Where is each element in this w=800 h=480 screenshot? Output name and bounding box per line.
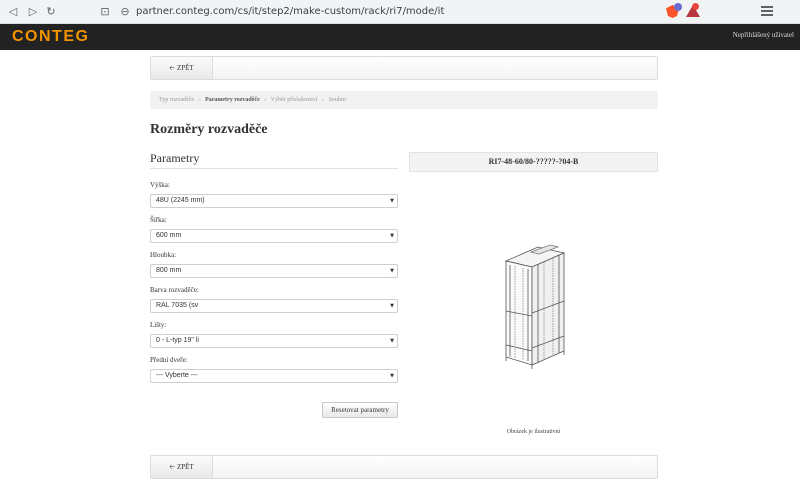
chevron-down-icon: ▼ [390, 373, 394, 379]
forward-icon[interactable]: ▷ [26, 5, 40, 19]
top-nav-bar: 🡠 ZPĚT [150, 56, 658, 80]
back-button-label: ZPĚT [176, 64, 194, 72]
lock-icon: ⊖ [120, 5, 130, 18]
chevron-down-icon: ▼ [390, 233, 394, 239]
reload-icon[interactable]: ↻ [44, 5, 58, 19]
site-header: CONTEG Nepřihlášený uživatel [0, 24, 800, 50]
arrow-left-icon: 🡠 [169, 64, 175, 72]
bottom-nav-bar: 🡠 ZPĚT [150, 455, 658, 479]
width-label: Šířka: [150, 216, 167, 224]
breadcrumb-item-active: Parametry rozvaděče [205, 97, 260, 103]
back-button[interactable]: 🡠 ZPĚT [151, 456, 213, 478]
user-status[interactable]: Nepřihlášený uživatel [733, 31, 794, 39]
shield-badge [674, 3, 682, 11]
section-title: Parametry [150, 151, 200, 165]
menu-icon[interactable] [760, 4, 774, 18]
chevron-down-icon: ▼ [390, 338, 394, 344]
front-door-select[interactable]: --- Vyberte --- ▼ [150, 369, 398, 383]
height-value: 48U (2245 mm) [156, 197, 205, 204]
reset-parameters-button[interactable]: Resetovat parametry [322, 402, 398, 418]
rewards-badge [692, 3, 699, 10]
bookmark-icon[interactable]: ⊡ [98, 5, 112, 19]
conteg-logo[interactable]: CONTEG [12, 27, 89, 47]
page-title: Rozměry rozvaděče [150, 122, 268, 137]
back-icon[interactable]: ◁ [6, 5, 20, 19]
address-bar[interactable]: partner.conteg.com/cs/it/step2/make-cust… [136, 5, 444, 19]
height-select[interactable]: 48U (2245 mm) ▼ [150, 194, 398, 208]
breadcrumb-item[interactable]: Typ rozvaděče [159, 97, 194, 103]
browser-toolbar: ◁ ▷ ↻ ⊡ ⊖ partner.conteg.com/cs/it/step2… [0, 0, 800, 24]
back-button-label: ZPĚT [176, 463, 194, 471]
chevron-down-icon: ▼ [390, 198, 394, 204]
depth-value: 800 mm [156, 267, 182, 274]
color-select[interactable]: RAL 7035 (sv ▼ [150, 299, 398, 313]
color-value: RAL 7035 (sv [156, 302, 199, 309]
width-value: 600 mm [156, 232, 182, 239]
depth-label: Hloubka: [150, 251, 177, 259]
back-button[interactable]: 🡠 ZPĚT [151, 57, 213, 79]
arrow-left-icon: 🡠 [169, 463, 175, 471]
breadcrumb-item: Výběr příslušenství [270, 97, 318, 103]
chevron-down-icon: ▼ [390, 303, 394, 309]
chevron-down-icon: ▼ [390, 268, 394, 274]
image-note: Obrázek je ilustrativní [506, 429, 561, 435]
rack-cabinet-image [504, 244, 566, 369]
rails-select[interactable]: 0 - L-typ 19" li ▼ [150, 334, 398, 348]
rails-value: 0 - L-typ 19" li [156, 337, 199, 344]
color-label: Barva rozvaděče: [150, 286, 199, 294]
divider [150, 168, 398, 169]
product-code: RI7-48-60/80-?????-?04-B [409, 152, 658, 172]
width-select[interactable]: 600 mm ▼ [150, 229, 398, 243]
breadcrumb: Typ rozvaděče» Parametry rozvaděče» Výběr … [150, 91, 658, 109]
rails-label: Lišty: [150, 321, 167, 329]
front-door-value: --- Vyberte --- [156, 372, 198, 379]
depth-select[interactable]: 800 mm ▼ [150, 264, 398, 278]
breadcrumb-item: Souhrn [328, 97, 346, 103]
front-door-label: Přední dveře: [150, 356, 188, 364]
height-label: Výška: [150, 181, 170, 189]
